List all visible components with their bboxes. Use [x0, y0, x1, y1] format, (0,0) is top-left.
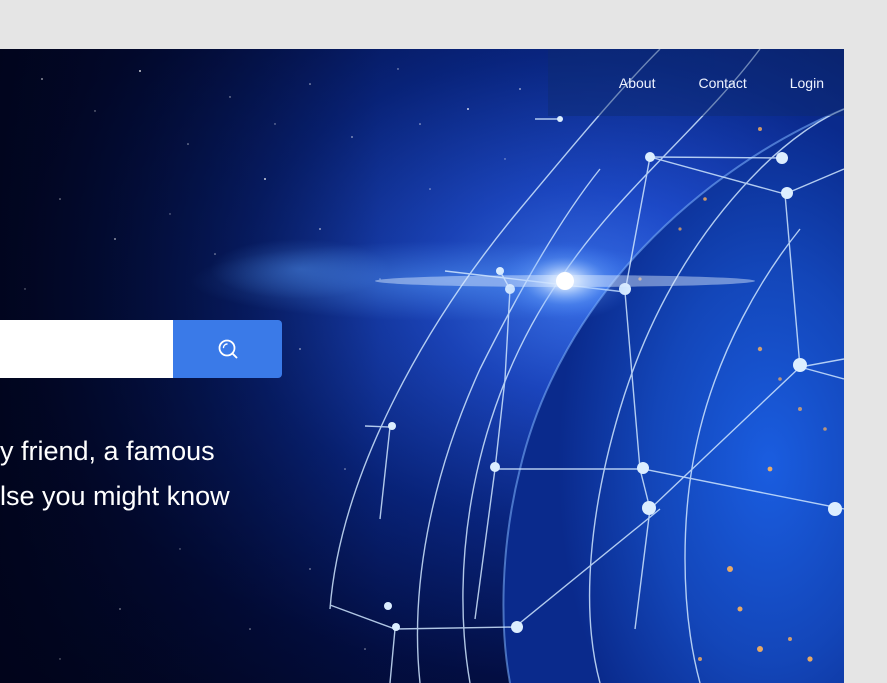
nav-link-login[interactable]: Login [790, 75, 824, 91]
nav-link-about[interactable]: About [619, 75, 656, 91]
search-button[interactable] [173, 320, 282, 378]
hero-tagline: y friend, a famous lse you might know [0, 429, 300, 519]
nav-link-contact[interactable]: Contact [698, 75, 746, 91]
search-input[interactable] [0, 320, 173, 378]
search-bar [0, 320, 282, 378]
top-navigation: About Contact Login [548, 49, 844, 116]
hero-section: About Contact Login y friend, a famous l… [0, 49, 844, 683]
tagline-line-1: y friend, a famous [0, 436, 215, 466]
tagline-line-2: lse you might know [0, 481, 230, 511]
search-icon [216, 337, 240, 361]
